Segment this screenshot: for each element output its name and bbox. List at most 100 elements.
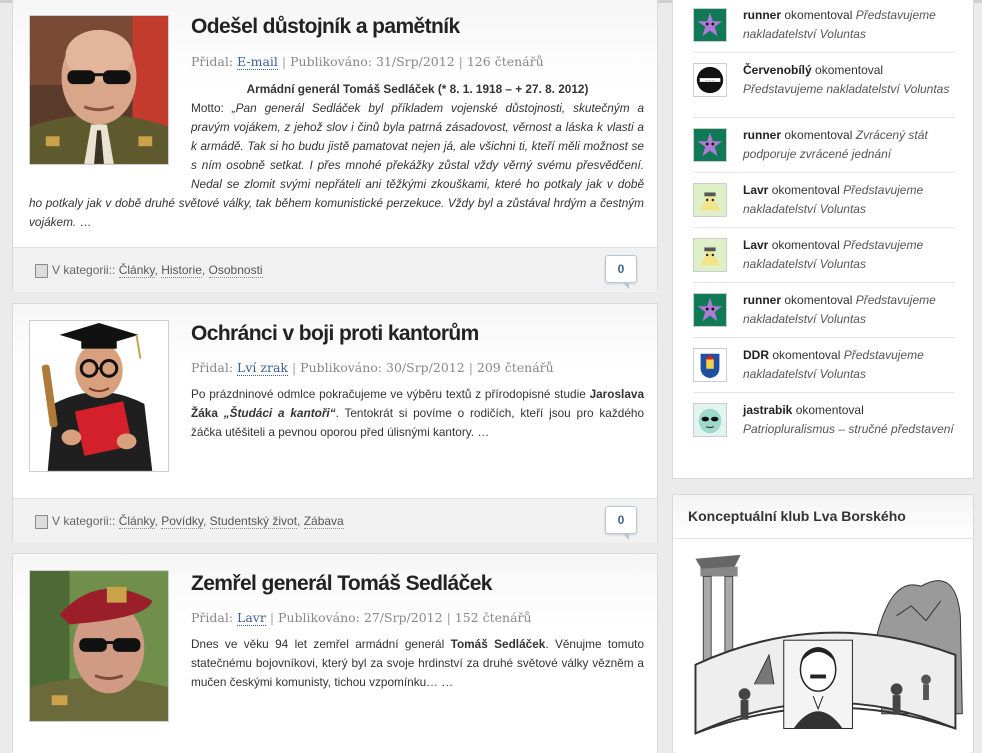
category-line: V kategorii:: Články, Povídky, Studentsk… (52, 514, 344, 529)
post-subheading: Armádní generál Tomáš Sedláček (* 8. 1. … (246, 82, 589, 96)
category-link[interactable]: Články (118, 263, 155, 278)
post-excerpt: Po prázdninové odmlce pokračujeme ve výb… (191, 385, 644, 442)
excerpt-book-title: „Študáci a kantoři“ (223, 406, 336, 420)
post-title[interactable]: Odešel důstojník a pamětník (191, 15, 460, 39)
publish-date: 31/Srp/2012 (375, 54, 455, 69)
author-link[interactable]: E-mail (237, 54, 278, 70)
folder-icon (35, 515, 48, 529)
excerpt-text: Dnes ve věku 94 let zemřel armádní gener… (191, 637, 445, 651)
post-thumbnail[interactable] (29, 320, 169, 472)
crest-avatar-icon[interactable] (693, 348, 727, 382)
divider (693, 172, 955, 173)
comment-verb: okomentoval (771, 183, 840, 197)
title-divider (673, 538, 973, 539)
logo-avatar-icon[interactable]: ~~~ (693, 63, 727, 97)
star-avatar-icon[interactable] (693, 8, 727, 42)
added-label: Přidal: (191, 54, 234, 69)
excerpt-ellipsis: … (79, 215, 92, 229)
post-card: Odešel důstojník a pamětník Přidal: E-ma… (12, 0, 658, 292)
post-footer: V kategorii:: Články, Historie, Osobnost… (13, 247, 657, 292)
post-excerpt: Dnes ve věku 94 let zemřel armádní gener… (191, 635, 644, 692)
meta-separator: | (291, 360, 297, 375)
recent-comment-item: runner okomentoval Představujeme naklada… (693, 291, 955, 331)
comment-author[interactable]: DDR (743, 348, 769, 362)
recent-comment-text: Lavr okomentoval Představujeme nakladate… (743, 181, 958, 219)
recent-comment-text: Červenobílý okomentoval Představujeme na… (743, 61, 958, 99)
lamp-avatar-icon[interactable] (693, 183, 727, 217)
general-portrait-image (30, 16, 168, 164)
post-card: Zemřel generál Tomáš Sedláček Přidal: La… (12, 553, 658, 753)
published-label: Publikováno: (300, 360, 383, 375)
divider (693, 282, 955, 283)
general-beret-portrait-image (30, 571, 168, 721)
comment-verb: okomentoval (771, 238, 840, 252)
category-line: V kategorii:: Články, Historie, Osobnost… (52, 263, 263, 278)
teacher-caricature-image (30, 321, 168, 471)
meta-separator: | (269, 610, 275, 625)
author-link[interactable]: Lví zrak (237, 360, 288, 376)
comment-verb: okomentoval (795, 403, 864, 417)
recent-comment-item: runner okomentoval Zvrácený stát podporu… (693, 126, 955, 166)
comment-author[interactable]: runner (743, 293, 781, 307)
comment-verb: okomentoval (784, 128, 853, 142)
category-label: V kategorii:: (52, 263, 116, 277)
reader-count: 209 čtenářů (476, 360, 554, 375)
post-body: Odešel důstojník a pamětník Přidal: E-ma… (13, 0, 657, 247)
club-widget: Konceptuální klub Lva Borského (672, 494, 974, 753)
comment-count-button[interactable]: 0 (605, 255, 637, 289)
category-link[interactable]: Povídky (161, 514, 203, 529)
motto-text-continued: ho potkaly jak v době druhé světové válk… (29, 196, 644, 229)
recent-comment-item: jastrabik okomentoval Patriopluralismus … (693, 401, 955, 461)
recent-comment-item: Lavr okomentoval Představujeme nakladate… (693, 181, 955, 221)
category-link[interactable]: Historie (161, 263, 202, 278)
divider (693, 117, 955, 118)
commented-post-link[interactable]: Představujeme nakladatelství Voluntas (743, 82, 949, 96)
post-heading-line: Armádní generál Tomáš Sedláček (* 8. 1. … (191, 80, 644, 99)
divider (693, 52, 955, 53)
meta-separator: | (281, 54, 287, 69)
club-illustration-image[interactable] (673, 547, 973, 753)
author-link[interactable]: Lavr (237, 610, 266, 626)
commented-post-link[interactable]: Patriopluralismus – stručné představení (743, 422, 954, 436)
recent-comment-text: jastrabik okomentoval Patriopluralismus … (743, 401, 958, 439)
divider (693, 392, 955, 393)
post-title[interactable]: Ochránci v boji proti kantorům (191, 322, 479, 346)
alien-avatar-icon[interactable] (693, 403, 727, 437)
category-link[interactable]: Osobnosti (208, 263, 263, 278)
comment-author[interactable]: Červenobílý (743, 63, 812, 77)
lamp-avatar-icon[interactable] (693, 238, 727, 272)
category-link[interactable]: Články (118, 514, 155, 529)
star-avatar-icon[interactable] (693, 128, 727, 162)
recent-comments-widget: runner okomentoval Představujeme naklada… (672, 0, 974, 479)
comment-count-button[interactable]: 0 (605, 506, 637, 540)
publish-date: 30/Srp/2012 (386, 360, 465, 375)
post-excerpt-right: Motto: „Pan generál Sedláček byl příklad… (191, 99, 644, 194)
post-thumbnail[interactable] (29, 15, 169, 165)
comment-author[interactable]: Lavr (743, 238, 768, 252)
comment-author[interactable]: runner (743, 8, 781, 22)
post-thumbnail[interactable] (29, 570, 169, 722)
recent-comment-text: runner okomentoval Představujeme naklada… (743, 291, 958, 329)
recent-comment-item: ~~~ Červenobílý okomentoval Představujem… (693, 61, 955, 109)
comment-verb: okomentoval (772, 348, 841, 362)
comment-verb: okomentoval (784, 293, 853, 307)
published-label: Publikováno: (290, 54, 372, 69)
published-label: Publikováno: (278, 610, 360, 625)
category-link[interactable]: Studentský život (209, 514, 298, 529)
motto-text: „Pan generál Sedláček byl příkladem voje… (191, 101, 644, 191)
post-meta: Přidal: Lví zrak | Publikováno: 30/Srp/2… (191, 360, 554, 376)
post-card: Ochránci v boji proti kantorům Přidal: L… (12, 303, 658, 543)
comment-author[interactable]: Lavr (743, 183, 768, 197)
publish-date: 27/Srp/2012 (363, 610, 443, 625)
star-avatar-icon[interactable] (693, 293, 727, 327)
comment-verb: okomentoval (815, 63, 884, 77)
recent-comment-text: runner okomentoval Zvrácený stát podporu… (743, 126, 958, 164)
recent-comment-item: Lavr okomentoval Představujeme nakladate… (693, 236, 955, 276)
comment-author[interactable]: jastrabik (743, 403, 792, 417)
comment-verb: okomentoval (784, 8, 853, 22)
post-title[interactable]: Zemřel generál Tomáš Sedláček (191, 572, 492, 596)
post-footer: V kategorii:: Články, Povídky, Studentsk… (13, 498, 657, 543)
reader-count: 152 čtenářů (454, 610, 532, 625)
category-link[interactable]: Zábava (303, 514, 344, 529)
comment-author[interactable]: runner (743, 128, 781, 142)
